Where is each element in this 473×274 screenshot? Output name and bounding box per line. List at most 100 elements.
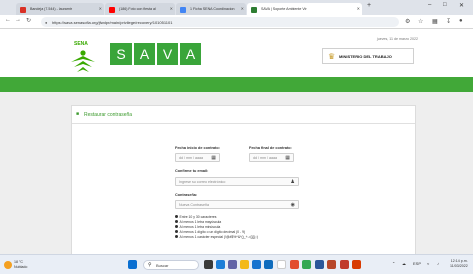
- cloud-icon[interactable]: ☁: [402, 261, 406, 266]
- password-rule: Al menos 1 letra mayúscula: [175, 220, 221, 224]
- calendar-icon[interactable]: ▦: [211, 155, 216, 161]
- person-icon: ♟: [290, 179, 295, 185]
- url-field[interactable]: ● https://sava.senasofia.org/jfwdpr/main…: [41, 17, 399, 27]
- email-label: Confirme tu email:: [175, 169, 209, 173]
- sava-letter-s: S: [110, 43, 132, 65]
- rule-text: Al menos 1 carácter especial (!@#$%^&*()…: [179, 235, 258, 239]
- ministerio-label: MINISTERIO DEL TRABAJO: [339, 54, 392, 59]
- extensions-icon[interactable]: ⚙: [405, 18, 410, 25]
- calendar-icon[interactable]: ▦: [285, 155, 290, 161]
- check-icon: [175, 235, 178, 239]
- close-tab-icon[interactable]: ✕: [170, 6, 173, 11]
- sena-logo: SENA: [68, 41, 98, 77]
- current-date: jueves, 11 de marzo 2022: [376, 37, 418, 41]
- widgets-icon[interactable]: [216, 260, 225, 269]
- document-icon: [180, 6, 186, 13]
- rule-text: Al menos 1 letra mayúscula: [179, 220, 222, 224]
- search-icon: ⚲: [148, 262, 152, 268]
- clock-date: 11/03/2022: [450, 264, 468, 268]
- mail-icon[interactable]: [277, 260, 286, 269]
- browser-tab-label: SAVA | Soporte Ambiente Vir: [261, 6, 307, 11]
- minimize-button[interactable]: –: [428, 2, 431, 8]
- forward-button[interactable]: →: [15, 17, 21, 23]
- browser-tab-youtube[interactable]: (186) Foto con fiesta al ✕: [105, 3, 175, 15]
- fecha-final-value: dd / mm / aaaa: [253, 156, 277, 160]
- weather-desc: Nublado: [14, 264, 28, 269]
- volume-icon[interactable]: ♪: [437, 261, 439, 266]
- email-input[interactable]: Ingrese su correo electrónico ♟: [175, 177, 299, 186]
- download-icon[interactable]: ↧: [446, 18, 451, 25]
- store-icon[interactable]: [264, 260, 273, 269]
- password-rule: Al menos 1 dígito o un dígito decimal (0…: [175, 230, 245, 234]
- system-clock[interactable]: 12:14 p.m. 11/03/2022: [450, 259, 468, 269]
- sena-emblem-icon: [71, 50, 95, 72]
- app-icon[interactable]: [352, 260, 361, 269]
- weather-icon[interactable]: [4, 261, 12, 269]
- taskbar-search[interactable]: ⚲ Buscar: [143, 260, 199, 270]
- check-icon: [175, 220, 178, 224]
- sava-favicon-icon: [251, 6, 257, 13]
- browser-tab-label: Bandeja (7.544) - lauramtr: [30, 6, 72, 11]
- profile-icon[interactable]: ●: [459, 18, 463, 24]
- sava-letter-v: V: [156, 43, 178, 65]
- fecha-inicio-value: dd / mm / aaaa: [179, 156, 203, 160]
- password-label: Contraseña:: [175, 193, 198, 197]
- reload-button[interactable]: ↻: [26, 17, 31, 24]
- card-header: ■ Restaurar contraseña: [72, 106, 415, 124]
- ministerio-badge: ♛ MINISTERIO DEL TRABAJO: [322, 48, 414, 64]
- rule-text: Al menos 1 dígito o un dígito decimal (0…: [179, 230, 246, 234]
- card-title: Restaurar contraseña: [84, 112, 133, 118]
- eye-icon[interactable]: ◉: [291, 202, 295, 208]
- chrome-icon[interactable]: [302, 260, 311, 269]
- gmail-icon: [20, 6, 26, 13]
- windows-start-icon[interactable]: [128, 260, 137, 269]
- collections-icon[interactable]: ▦: [432, 18, 438, 25]
- close-tab-icon[interactable]: ✕: [357, 6, 360, 11]
- lock-icon: ●: [45, 20, 48, 25]
- close-window-button[interactable]: ✕: [459, 2, 464, 9]
- address-toolbar: ← → ↻ ● https://sava.senasofia.org/jfwdp…: [0, 15, 473, 29]
- password-input[interactable]: Nueva Contraseña ◉: [175, 200, 299, 209]
- maximize-button[interactable]: □: [443, 2, 447, 8]
- colombia-crest-icon: ♛: [328, 52, 336, 61]
- web-page: jueves, 11 de marzo 2022 SENA S A V A ♛ …: [0, 29, 473, 254]
- close-tab-icon[interactable]: ✕: [99, 6, 102, 11]
- weather-widget[interactable]: 18 °C Nublado: [14, 260, 27, 269]
- file-explorer-icon[interactable]: [240, 260, 249, 269]
- tray-expand-icon[interactable]: ⌃: [392, 261, 395, 266]
- task-view-icon[interactable]: [204, 260, 213, 269]
- password-rule: Al menos 1 carácter especial (!@#$%^&*()…: [175, 235, 258, 239]
- site-header: jueves, 11 de marzo 2022 SENA S A V A ♛ …: [0, 29, 473, 77]
- green-banner: [0, 77, 473, 92]
- edge-icon[interactable]: [252, 260, 261, 269]
- tray-lang[interactable]: ESP: [413, 261, 421, 266]
- acrobat-icon[interactable]: [340, 260, 349, 269]
- fecha-inicio-input[interactable]: dd / mm / aaaa ▦: [175, 153, 220, 162]
- wifi-icon[interactable]: ≈: [427, 261, 429, 266]
- taskbar-search-placeholder: Buscar: [156, 263, 169, 268]
- youtube-icon: [109, 6, 115, 13]
- sava-letter-a2: A: [179, 43, 201, 65]
- sava-letter-a1: A: [133, 43, 155, 65]
- browser-tab-strip: Bandeja (7.544) - lauramtr ✕ (186) Foto …: [0, 0, 473, 15]
- office-icon[interactable]: [290, 260, 299, 269]
- browser-tab-ficha[interactable]: 1 Ficha SENA Coordinacion ✕: [176, 3, 246, 15]
- powerpoint-icon[interactable]: [327, 260, 336, 269]
- browser-tab-sava[interactable]: SAVA | Soporte Ambiente Vir ✕: [247, 3, 362, 15]
- check-icon: [175, 225, 178, 229]
- check-icon: [175, 230, 178, 234]
- new-tab-button[interactable]: +: [367, 2, 371, 9]
- user-icon: ■: [76, 111, 80, 117]
- fecha-inicio-label: Fecha inicio de contrato:: [175, 146, 220, 150]
- favorites-icon[interactable]: ☆: [418, 18, 423, 25]
- back-button[interactable]: ←: [5, 17, 11, 23]
- close-tab-icon[interactable]: ✕: [241, 6, 244, 11]
- fecha-final-input[interactable]: dd / mm / aaaa ▦: [249, 153, 294, 162]
- teams-icon[interactable]: [228, 260, 237, 269]
- word-icon[interactable]: [315, 260, 324, 269]
- browser-tab-gmail[interactable]: Bandeja (7.544) - lauramtr ✕: [16, 3, 104, 15]
- rule-text: Al menos 1 letra minúscula: [179, 225, 221, 229]
- check-icon: [175, 215, 178, 219]
- url-text: https://sava.senasofia.org/jfwdpr/main/p…: [52, 20, 173, 25]
- password-rule: Al menos 1 letra minúscula: [175, 225, 220, 229]
